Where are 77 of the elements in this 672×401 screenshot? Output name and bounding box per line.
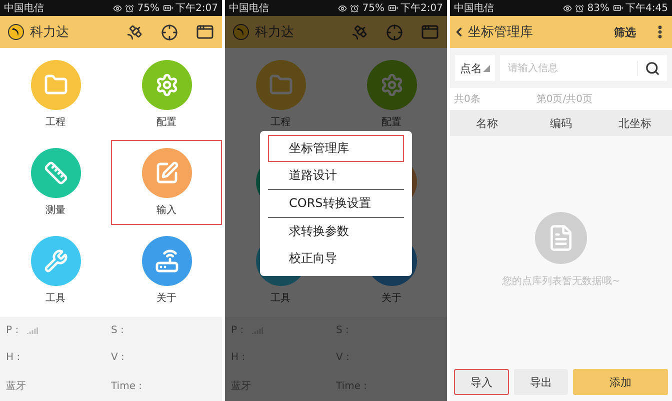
gear-icon <box>380 72 404 97</box>
info-label: H : <box>6 352 20 363</box>
logo-icon <box>8 24 24 40</box>
alarm-icon <box>350 4 360 12</box>
carrier-text: 中国电信 <box>229 2 269 15</box>
tile-label: 关于 <box>156 292 176 306</box>
menu-tile[interactable]: 输入 <box>111 140 222 225</box>
alarm-icon <box>125 4 134 12</box>
gear-icon <box>154 72 178 97</box>
tile-label: 配置 <box>156 116 176 129</box>
tile-label: 工程 <box>270 116 290 129</box>
action-button[interactable]: 添加 <box>573 369 668 395</box>
menu-item[interactable]: 求转换参数 <box>268 218 404 245</box>
menu-item[interactable]: CORS转换设置 <box>268 190 404 217</box>
tile-label: 工具 <box>270 292 290 306</box>
document-icon <box>535 212 587 264</box>
edit-icon <box>154 160 178 185</box>
satellite-icon[interactable] <box>126 24 143 40</box>
battery-icon <box>388 3 398 13</box>
battery-text: 75% <box>362 2 385 14</box>
column-header: 名称 <box>475 116 499 130</box>
battery-text: 75% <box>137 2 160 14</box>
column-header: 北坐标 <box>618 116 652 130</box>
crosshair-icon[interactable] <box>161 24 178 40</box>
record-count: 共0条 <box>454 92 480 106</box>
folder-icon <box>44 72 68 97</box>
page-count: 第0页/共0页 <box>536 92 592 106</box>
column-header: 编码 <box>549 116 573 130</box>
info-label: Time : <box>111 380 142 392</box>
tile-label: 输入 <box>156 204 176 217</box>
tile-label: 关于 <box>382 292 402 306</box>
clock-text: 下午2:07 <box>176 2 218 15</box>
alarm-icon <box>575 4 584 12</box>
info-label: S : <box>111 325 124 336</box>
window-icon[interactable] <box>196 23 214 41</box>
device-icon <box>154 249 178 274</box>
app-title: 科力达 <box>30 24 70 41</box>
battery-icon <box>162 3 173 13</box>
field-dropdown[interactable]: 点名 <box>455 55 495 81</box>
menu-item[interactable]: 校正向导 <box>268 245 404 272</box>
menu-tile[interactable]: 工具 <box>0 228 111 313</box>
menu-tile[interactable]: 关于 <box>111 228 222 313</box>
info-label: P : <box>6 325 19 336</box>
carrier-text: 中国电信 <box>454 2 494 15</box>
search-box[interactable]: 请输入信息 <box>500 55 667 81</box>
menu-item[interactable]: 道路设计 <box>268 162 404 189</box>
page-title: 坐标管理库 <box>468 24 534 41</box>
menu-tile[interactable]: 配置 <box>111 52 222 136</box>
menu-tile[interactable]: 工程 <box>0 52 111 136</box>
action-button[interactable]: 导出 <box>514 369 568 395</box>
info-label: V : <box>111 352 124 363</box>
wrench-icon <box>44 249 68 274</box>
battery-text: 83% <box>587 2 610 14</box>
clock-text: 下午2:07 <box>400 2 443 15</box>
search-icon <box>645 60 660 76</box>
app-title: 科力达 <box>255 24 295 41</box>
ruler-icon <box>44 160 68 185</box>
menu-tile[interactable]: 测量 <box>0 140 111 225</box>
dropdown-arrow-icon <box>483 64 490 72</box>
filter-link[interactable]: 筛选 <box>614 24 636 40</box>
eye-icon <box>113 4 122 12</box>
logo-icon <box>233 24 249 40</box>
folder-icon <box>268 72 292 97</box>
signal-icon <box>26 327 39 334</box>
clock-text: 下午4:45 <box>626 2 668 15</box>
tile-label: 工程 <box>46 116 66 129</box>
eye-icon <box>563 4 572 12</box>
menu-item[interactable]: 坐标管理库 <box>268 135 404 162</box>
battery-icon <box>612 3 623 13</box>
empty-message: 您的点库列表暂无数据哦~ <box>502 274 620 288</box>
carrier-text: 中国电信 <box>4 2 44 15</box>
eye-icon <box>338 4 348 12</box>
tile-label: 测量 <box>46 204 66 217</box>
tile-label: 配置 <box>382 116 402 129</box>
action-button[interactable]: 导入 <box>454 369 508 395</box>
info-label: 蓝牙 <box>6 380 26 393</box>
tile-label: 工具 <box>46 292 66 306</box>
